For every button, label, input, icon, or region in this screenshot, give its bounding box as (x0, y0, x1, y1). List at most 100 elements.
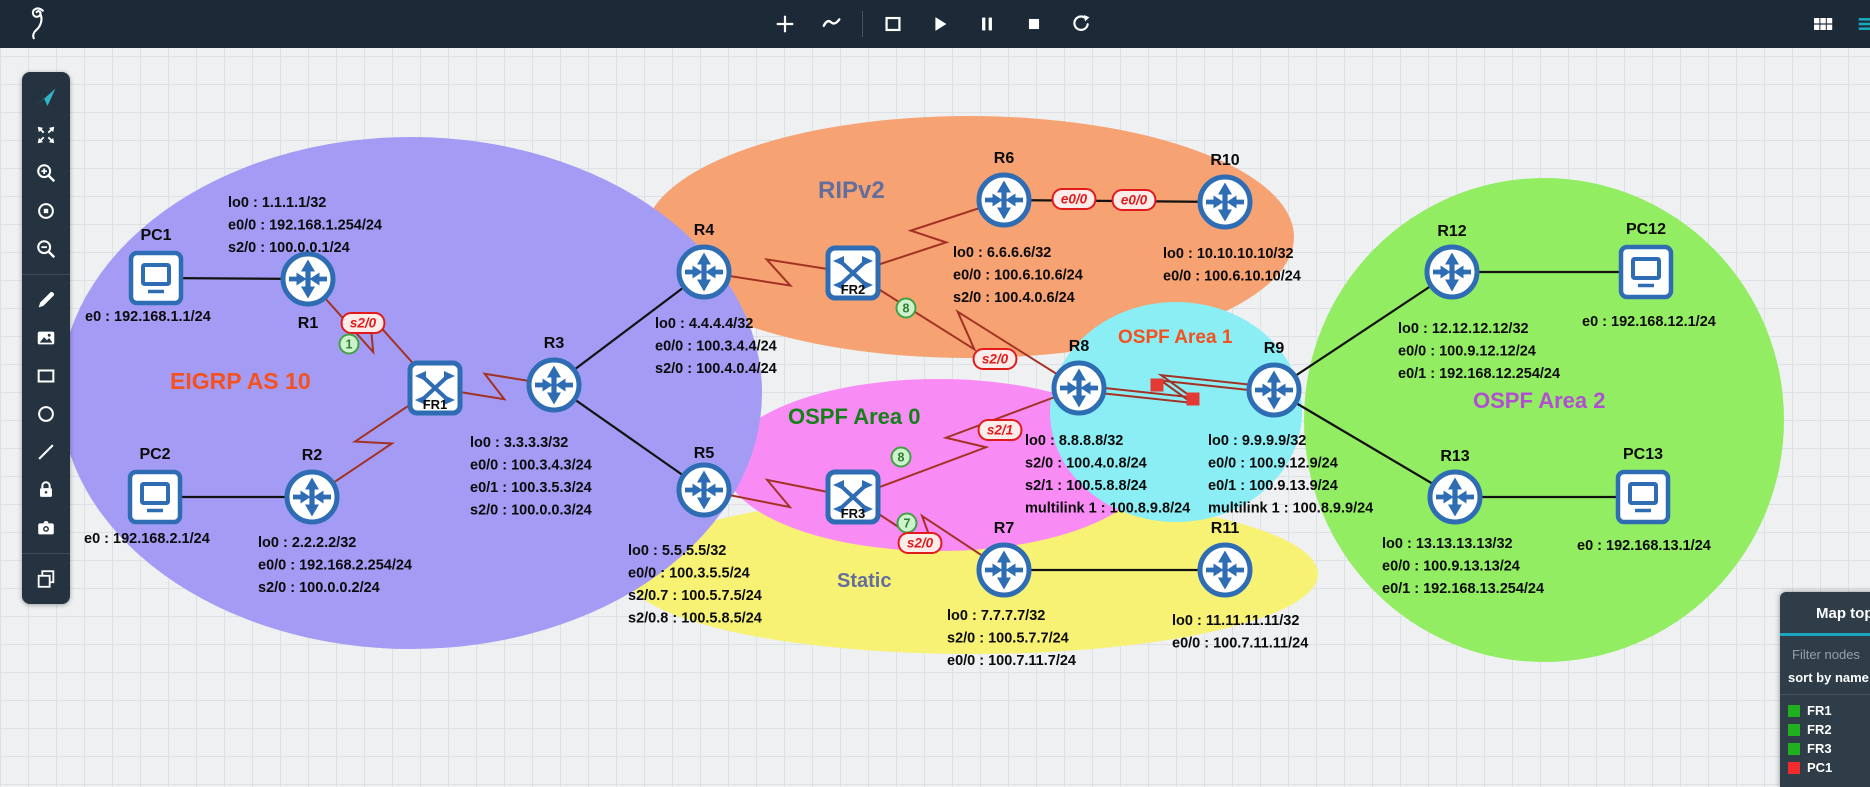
node-status-icon (1788, 705, 1800, 717)
node-R7[interactable] (979, 545, 1029, 595)
node-label-R9: R9 (1264, 340, 1285, 357)
port-badge-label: e0/0 (1121, 193, 1148, 208)
node-R1[interactable] (283, 254, 333, 304)
node-label-FR1: FR1 (423, 397, 448, 412)
node-label-R3: R3 (544, 335, 565, 352)
node-R10[interactable] (1200, 177, 1250, 227)
topology-canvas[interactable]: PC1PC2R1R2R3R4R5FR1FR2FR3R6R10R8R9R7R11R… (0, 0, 1870, 787)
zoom-in-icon[interactable] (29, 156, 63, 190)
camera-icon[interactable] (29, 511, 63, 545)
node-label-R2: R2 (302, 447, 323, 464)
image-icon[interactable] (29, 321, 63, 355)
node-R13[interactable] (1430, 472, 1480, 522)
zone-label-static[interactable]: Static (837, 570, 891, 592)
node-R5[interactable] (679, 465, 729, 515)
pc1-ip: e0 : 192.168.1.1/24 (85, 309, 211, 325)
port-badge-label: s2/1 (987, 423, 1013, 438)
pointer-icon[interactable] (29, 80, 63, 114)
node-status-icon (1788, 724, 1800, 736)
panel-node-fr3[interactable]: FR3 (1780, 739, 1870, 758)
zoom-out-icon[interactable] (29, 232, 63, 266)
topbar-center-tools (768, 7, 1098, 41)
panel-divider (1780, 694, 1870, 695)
node-PC1[interactable] (131, 253, 181, 303)
node-label-R4: R4 (694, 222, 715, 239)
node-R12[interactable] (1427, 247, 1477, 297)
panel-node-list: FR1 FR2 FR3 PC1 (1780, 701, 1870, 777)
stop-icon[interactable] (1017, 7, 1051, 41)
panel-node-label: FR1 (1807, 703, 1832, 718)
reload-icon[interactable] (1064, 7, 1098, 41)
fit-screen-icon[interactable] (29, 118, 63, 152)
topbar (0, 0, 1870, 48)
zone-label-ospf-area-2[interactable]: OSPF Area 2 (1473, 388, 1605, 413)
node-label-PC2: PC2 (139, 446, 170, 463)
panel-title: Map topo (1780, 592, 1870, 636)
node-PC12[interactable] (1621, 247, 1671, 297)
node-R6[interactable] (979, 175, 1029, 225)
play-icon[interactable] (923, 7, 957, 41)
pause-icon[interactable] (970, 7, 1004, 41)
ellipse-icon[interactable] (29, 397, 63, 431)
zone-label-ripv2[interactable]: RIPv2 (818, 177, 885, 204)
num-badge-label: 8 (903, 301, 910, 315)
pencil-icon[interactable] (29, 283, 63, 317)
node-label-R1: R1 (298, 315, 319, 332)
node-label-R6: R6 (994, 150, 1015, 167)
node-label-R11: R11 (1211, 520, 1240, 537)
panel-node-pc1[interactable]: PC1 (1780, 758, 1870, 777)
line-icon[interactable] (29, 435, 63, 469)
node-R2[interactable] (287, 472, 337, 522)
grid-icon[interactable] (1806, 7, 1840, 41)
node-R3[interactable] (529, 360, 579, 410)
pc13-ip: e0 : 192.168.13.1/24 (1577, 538, 1711, 554)
pc2-ip: e0 : 192.168.2.1/24 (84, 531, 210, 547)
node-status-icon (1788, 743, 1800, 755)
topbar-separator (862, 11, 863, 37)
node-PC13[interactable] (1618, 472, 1668, 522)
filter-nodes-input[interactable]: Filter nodes (1792, 647, 1870, 662)
panel-node-fr1[interactable]: FR1 (1780, 701, 1870, 720)
node-status-icon (1788, 762, 1800, 774)
port-badge-label: e0/0 (1061, 192, 1088, 207)
node-R9[interactable] (1249, 365, 1299, 415)
port-badge-label: s2/0 (982, 352, 1009, 367)
node-label-PC13: PC13 (1623, 446, 1663, 463)
select-rect-icon[interactable] (876, 7, 910, 41)
panel-node-fr2[interactable]: FR2 (1780, 720, 1870, 739)
add-icon[interactable] (768, 7, 802, 41)
node-label-FR2: FR2 (841, 282, 866, 297)
panel-node-label: FR2 (1807, 722, 1832, 737)
node-label-R12: R12 (1437, 223, 1466, 240)
zoom-reset-icon[interactable] (29, 194, 63, 228)
num-badge-label: 8 (898, 450, 905, 464)
node-label-R13: R13 (1440, 448, 1469, 465)
multilink-marker (1151, 379, 1164, 392)
node-label-FR3: FR3 (841, 506, 866, 521)
toolbar-divider (22, 274, 70, 275)
link-icon[interactable] (815, 7, 849, 41)
port-badge-label: s2/0 (350, 316, 377, 331)
sort-by-name-button[interactable]: sort by name a (1788, 670, 1870, 685)
lock-icon[interactable] (29, 473, 63, 507)
node-R4[interactable] (679, 247, 729, 297)
zone-label-ospf-area-1[interactable]: OSPF Area 1 (1118, 327, 1233, 348)
zone-label-eigrp-as-10[interactable]: EIGRP AS 10 (170, 368, 311, 394)
multilink-marker (1187, 393, 1200, 406)
node-R8[interactable] (1054, 363, 1104, 413)
menu-icon[interactable] (1850, 7, 1870, 41)
node-R11[interactable] (1200, 545, 1250, 595)
pc12-ip: e0 : 192.168.12.1/24 (1582, 314, 1716, 330)
node-label-PC1: PC1 (140, 227, 171, 244)
rectangle-icon[interactable] (29, 359, 63, 393)
duplicate-icon[interactable] (29, 562, 63, 596)
node-label-R5: R5 (694, 445, 715, 462)
zone-label-ospf-area-0[interactable]: OSPF Area 0 (788, 404, 920, 429)
panel-node-label: PC1 (1807, 760, 1832, 775)
node-label-R8: R8 (1069, 338, 1090, 355)
map-topology-panel: Map topo Filter nodes sort by name a FR1… (1780, 592, 1870, 787)
node-label-PC12: PC12 (1626, 221, 1666, 238)
node-label-R10: R10 (1210, 152, 1239, 169)
topbar-right-tools (1806, 7, 1870, 41)
node-PC2[interactable] (130, 472, 180, 522)
